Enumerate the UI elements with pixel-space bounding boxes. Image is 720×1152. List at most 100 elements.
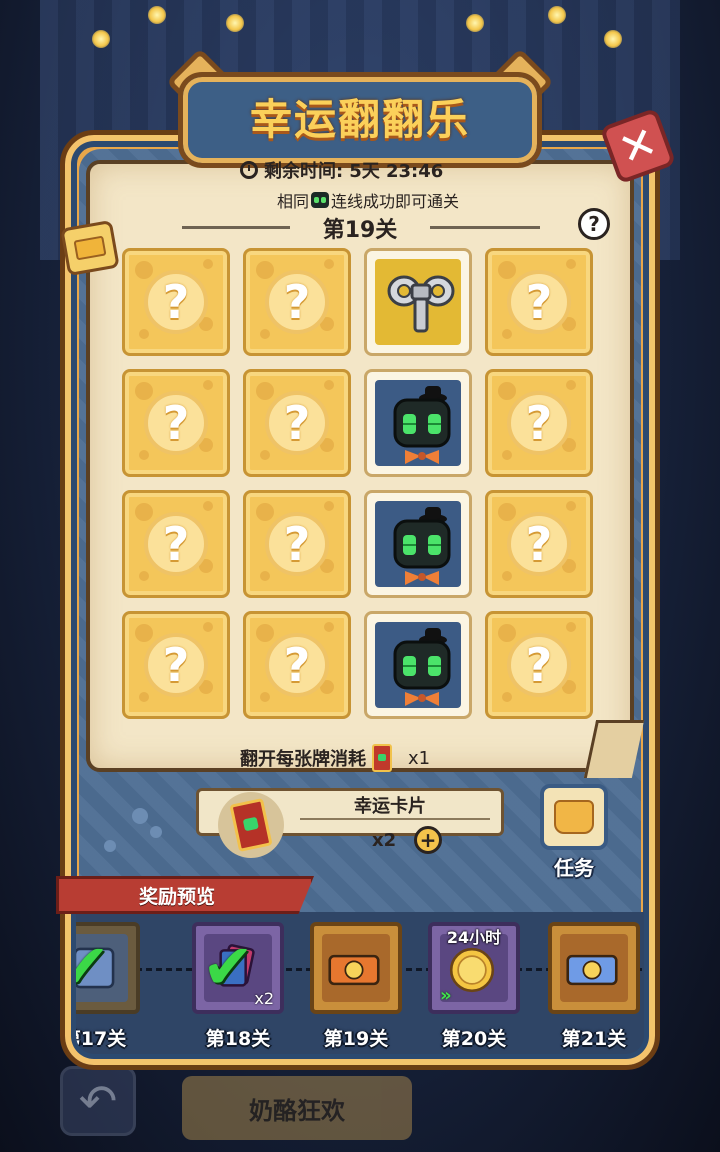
cheese-hole-decoration: [260, 329, 270, 339]
lucky-card-count: x2: [372, 830, 397, 851]
reward-quantity: x2: [254, 989, 274, 1008]
cheese-hole-decoration: [498, 382, 516, 400]
cheese-hole-decoration: [203, 380, 213, 390]
robot-icon: [393, 386, 451, 464]
question-mark-icon: ?: [507, 633, 571, 697]
question-mark-icon: ?: [265, 512, 329, 576]
cheese-hole-decoration: [139, 692, 149, 702]
cheese-hole-decoration: [139, 329, 149, 339]
card-face: [375, 259, 461, 345]
flip-card[interactable]: [364, 248, 472, 356]
flip-card[interactable]: [364, 611, 472, 719]
flip-card[interactable]: ?: [122, 611, 230, 719]
flip-card[interactable]: ?: [122, 490, 230, 598]
light-bulb-icon: [226, 14, 244, 32]
cheese-hole-decoration: [498, 261, 516, 279]
fast-forward-icon: »: [440, 985, 452, 1006]
robot-mini-icon: [311, 192, 329, 208]
cost-count: x1: [408, 747, 431, 769]
question-mark-icon: ?: [265, 633, 329, 697]
reward-item[interactable]: 24小时 »: [428, 922, 520, 1014]
flip-card[interactable]: ?: [485, 611, 593, 719]
cheese-hole-decoration: [256, 624, 274, 642]
page-title: 幸运翻翻乐: [249, 95, 470, 144]
cheese-hole-decoration: [139, 571, 149, 581]
clock-icon: [240, 161, 258, 179]
paw-print-decoration: [150, 826, 162, 838]
reward-level-label: 第21关: [561, 1028, 627, 1050]
question-mark-icon: ?: [507, 391, 571, 455]
flip-card[interactable]: ?: [243, 369, 351, 477]
flip-card[interactable]: ?: [243, 611, 351, 719]
flip-cost: 翻开每张牌消耗 x1: [240, 744, 480, 772]
flip-card[interactable]: [364, 369, 472, 477]
checkmark-icon: ✔: [202, 930, 254, 1003]
cheese-hole-decoration: [566, 622, 576, 632]
flip-card[interactable]: ?: [243, 248, 351, 356]
blue-ticket-icon: [560, 934, 628, 1002]
cheese-hole-decoration: [260, 450, 270, 460]
flip-card[interactable]: ?: [122, 248, 230, 356]
cheese-hole-decoration: [203, 622, 213, 632]
cheese-hole-decoration: [203, 501, 213, 511]
help-button[interactable]: ?: [578, 208, 610, 240]
flip-card[interactable]: ?: [485, 490, 593, 598]
flip-card[interactable]: ?: [485, 248, 593, 356]
timer-label: 剩余时间:: [264, 161, 344, 182]
reward-level-label: 第18关: [205, 1028, 271, 1050]
lucky-card-image: [229, 797, 273, 853]
card-face: [375, 622, 461, 708]
level-divider-left: [182, 226, 290, 229]
ticket-shape: [566, 954, 618, 986]
cheese-hole-decoration: [135, 503, 153, 521]
reward-item[interactable]: [548, 922, 640, 1014]
reward-item[interactable]: [310, 922, 402, 1014]
cheese-hole-decoration: [502, 329, 512, 339]
gold-coin-shape: [449, 947, 495, 993]
question-icon: ?: [588, 212, 600, 236]
cheese-hole-decoration: [324, 380, 334, 390]
question-mark-icon: ?: [144, 633, 208, 697]
cost-label: 翻开每张牌消耗: [240, 749, 366, 770]
cheese-hole-decoration: [566, 501, 576, 511]
question-mark-icon: ?: [144, 512, 208, 576]
cheese-hole-decoration: [498, 503, 516, 521]
cheese-hole-decoration: [135, 624, 153, 642]
ticket-shape: [328, 954, 380, 986]
cheese-hole-decoration: [324, 259, 334, 269]
back-button[interactable]: ↶: [60, 1066, 136, 1136]
card-face: [375, 380, 461, 466]
lucky-card-divider: [300, 818, 490, 820]
flip-card[interactable]: [364, 490, 472, 598]
cheese-hole-decoration: [260, 692, 270, 702]
cheese-hole-decoration: [502, 450, 512, 460]
cheese-hole-decoration: [566, 380, 576, 390]
task-button[interactable]: [540, 784, 608, 850]
checkmark-icon: ✔: [76, 930, 110, 1003]
reward-item[interactable]: ✔ x2: [192, 922, 284, 1014]
add-lucky-card-button[interactable]: +: [414, 826, 442, 854]
robot-icon: [393, 628, 451, 706]
cheese-ticket-icon: [322, 934, 390, 1002]
card-grid: ????????????: [122, 248, 593, 719]
card-face: [375, 501, 461, 587]
cheese-hole-decoration: [502, 571, 512, 581]
question-mark-icon: ?: [507, 270, 571, 334]
flip-card[interactable]: ?: [485, 369, 593, 477]
light-bulb-icon: [548, 6, 566, 24]
cheese-hole-decoration: [256, 503, 274, 521]
flip-card[interactable]: ?: [122, 369, 230, 477]
cheese-hole-decoration: [203, 259, 213, 269]
reward-level-label: 第17关: [76, 1028, 127, 1050]
wind-up-key-icon: [387, 275, 455, 333]
flip-card[interactable]: ?: [243, 490, 351, 598]
question-mark-icon: ?: [144, 391, 208, 455]
timer-value: 5天 23:46: [349, 161, 444, 182]
reward-item[interactable]: ✔: [76, 922, 140, 1014]
lucky-card-title: 幸运卡片: [354, 796, 426, 817]
rule-text: 相同 连线成功即可通关: [248, 188, 488, 212]
task-label[interactable]: 任务: [540, 852, 608, 881]
reward-preview-title: 奖励预览: [139, 885, 216, 908]
rule-prefix: 相同: [276, 192, 309, 211]
cheese-hole-decoration: [135, 382, 153, 400]
